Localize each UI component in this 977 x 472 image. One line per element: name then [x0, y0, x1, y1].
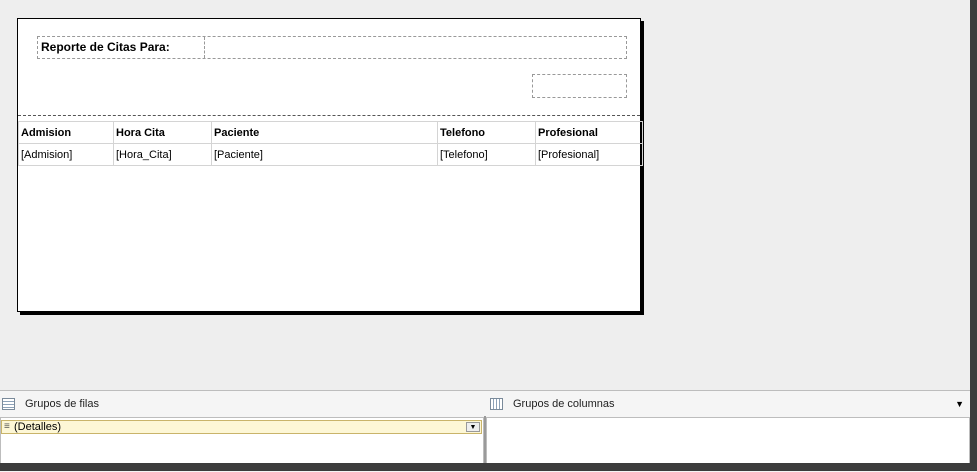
detail-cell-paciente[interactable]: [Paciente] [211, 143, 438, 166]
detail-cell-admision[interactable]: [Admision] [18, 143, 114, 166]
title-textbox[interactable]: Reporte de Citas Para: [37, 36, 627, 59]
column-groups-icon [490, 398, 503, 410]
right-edge [970, 0, 977, 471]
detail-cell-telefono[interactable]: [Telefono] [437, 143, 536, 166]
row-groups-list: ≡ (Detalles) ▼ [0, 417, 484, 464]
header-cell-paciente[interactable]: Paciente [211, 121, 438, 144]
header-cell-profesional[interactable]: Profesional [535, 121, 643, 144]
chevron-down-icon[interactable]: ▼ [955, 391, 964, 417]
row-group-item-detalles[interactable]: ≡ (Detalles) ▼ [1, 420, 482, 434]
design-surface: Reporte de Citas Para: Admision Hora Cit… [0, 0, 970, 390]
detail-cell-hora-cita[interactable]: [Hora_Cita] [113, 143, 212, 166]
column-groups-list [486, 417, 970, 464]
header-cell-telefono[interactable]: Telefono [437, 121, 536, 144]
bottom-edge [0, 463, 977, 471]
header-cell-admision[interactable]: Admision [18, 121, 114, 144]
row-groups-header: Grupos de filas [0, 391, 484, 417]
title-value-textbox[interactable] [205, 37, 626, 58]
detail-lines-icon: ≡ [4, 421, 10, 432]
column-groups-title: Grupos de columnas [513, 398, 615, 410]
table-detail-row: [Admision] [Hora_Cita] [Paciente] [Telef… [18, 143, 643, 166]
detail-cell-profesional[interactable]: [Profesional] [535, 143, 643, 166]
page-header[interactable]: Reporte de Citas Para: [18, 19, 640, 116]
row-groups-icon [2, 398, 15, 410]
header-small-textbox[interactable] [532, 74, 627, 98]
title-label[interactable]: Reporte de Citas Para: [38, 37, 205, 58]
column-groups-header: Grupos de columnas ▼ [488, 391, 970, 417]
table-header-row: Admision Hora Cita Paciente Telefono Pro… [18, 121, 643, 144]
report-body[interactable]: Reporte de Citas Para: Admision Hora Cit… [17, 18, 643, 312]
appointments-table[interactable]: Admision Hora Cita Paciente Telefono Pro… [18, 121, 643, 166]
dropdown-arrow-icon[interactable]: ▼ [466, 422, 480, 432]
header-cell-hora-cita[interactable]: Hora Cita [113, 121, 212, 144]
row-group-label: (Detalles) [14, 421, 62, 433]
row-groups-title: Grupos de filas [25, 398, 99, 410]
